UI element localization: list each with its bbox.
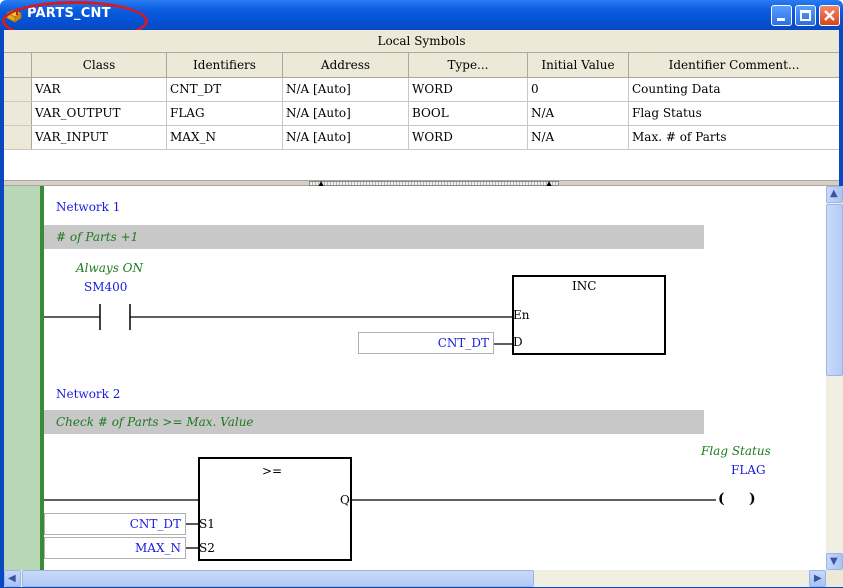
row-header[interactable] <box>4 78 32 101</box>
corner-cell <box>4 53 32 77</box>
network2-comment[interactable]: Check # of Parts >= Max. Value <box>44 410 704 434</box>
table-caption: Local Symbols <box>4 30 839 53</box>
coil-comment: Flag Status <box>701 444 771 458</box>
cell-class[interactable]: VAR <box>32 78 167 101</box>
cell-initial-value[interactable]: N/A <box>528 126 629 149</box>
scrollbar-corner <box>826 570 843 587</box>
window-frame: Local Symbols Class Identifiers Address … <box>0 30 843 588</box>
pin-q: Q <box>340 493 350 507</box>
cell-comment[interactable]: Max. # of Parts <box>629 126 839 149</box>
horizontal-scrollbar[interactable]: ◀ ▶ <box>4 570 826 587</box>
table-row[interactable]: VAR CNT_DT N/A [Auto] WORD 0 Counting Data <box>4 78 839 102</box>
cell-identifier[interactable]: FLAG <box>167 102 283 125</box>
table-row[interactable]: VAR_INPUT MAX_N N/A [Auto] WORD N/A Max. # of… <box>4 126 839 150</box>
table-row[interactable]: VAR_OUTPUT FLAG N/A [Auto] BOOL N/A Flag Stat… <box>4 102 839 126</box>
operand-max-n-s2[interactable]: MAX_N <box>44 537 186 559</box>
window-title: PARTS_CNT <box>27 6 111 21</box>
cell-identifier[interactable]: CNT_DT <box>167 78 283 101</box>
cell-initial-value[interactable]: 0 <box>528 78 629 101</box>
arrow-up-icon: ▲ <box>830 188 838 199</box>
local-symbols-table: Local Symbols Class Identifiers Address … <box>4 30 839 180</box>
column-header-comment[interactable]: Identifier Comment... <box>629 53 839 77</box>
pin-d: D <box>513 335 523 349</box>
arrow-down-icon: ▼ <box>830 556 838 567</box>
coil-flag-label[interactable]: FLAG <box>731 463 766 477</box>
pin-s2: S2 <box>199 541 215 555</box>
scroll-right-button[interactable]: ▶ <box>809 570 826 587</box>
maximize-icon <box>800 10 811 21</box>
cell-identifier[interactable]: MAX_N <box>167 126 283 149</box>
column-header-class[interactable]: Class <box>32 53 167 77</box>
column-header-row: Class Identifiers Address Type... Initia… <box>4 53 839 78</box>
compare-block-name: >= <box>262 464 283 478</box>
cell-type[interactable]: WORD <box>409 126 528 149</box>
scroll-down-button[interactable]: ▼ <box>826 553 843 570</box>
close-icon <box>824 10 835 21</box>
cell-comment[interactable]: Flag Status <box>629 102 839 125</box>
row-header[interactable] <box>4 126 32 149</box>
row-header[interactable] <box>4 102 32 125</box>
caption-label: Local Symbols <box>377 34 466 48</box>
cell-address[interactable]: N/A [Auto] <box>283 126 409 149</box>
network1-comment[interactable]: # of Parts +1 <box>44 225 704 249</box>
minimize-button[interactable] <box>771 5 792 26</box>
pin-en: En <box>513 308 530 322</box>
vertical-scroll-thumb[interactable] <box>826 204 843 376</box>
pin-s1: S1 <box>199 517 215 531</box>
cell-class[interactable]: VAR_OUTPUT <box>32 102 167 125</box>
cell-initial-value[interactable]: N/A <box>528 102 629 125</box>
horizontal-scroll-thumb[interactable] <box>22 570 534 587</box>
vertical-scrollbar[interactable]: ▲ ▼ <box>826 186 843 570</box>
column-header-address[interactable]: Address <box>283 53 409 77</box>
column-header-type[interactable]: Type... <box>409 53 528 77</box>
maximize-button[interactable] <box>795 5 816 26</box>
cell-class[interactable]: VAR_INPUT <box>32 126 167 149</box>
cell-address[interactable]: N/A [Auto] <box>283 102 409 125</box>
network2-title: Network 2 <box>56 387 121 401</box>
scroll-left-button[interactable]: ◀ <box>4 570 21 587</box>
cell-type[interactable]: BOOL <box>409 102 528 125</box>
cell-address[interactable]: N/A [Auto] <box>283 78 409 101</box>
contact-sm400-label[interactable]: SM400 <box>84 280 127 294</box>
minimize-icon <box>777 18 785 21</box>
network1-title: Network 1 <box>56 200 121 214</box>
inc-block-name: INC <box>572 279 597 293</box>
inc-function-block[interactable]: INC En D <box>512 275 666 355</box>
window-client: Local Symbols Class Identifiers Address … <box>4 30 843 587</box>
column-header-initial-value[interactable]: Initial Value <box>528 53 629 77</box>
operand-cnt-dt-d[interactable]: CNT_DT <box>358 332 494 354</box>
cell-type[interactable]: WORD <box>409 78 528 101</box>
title-bar[interactable]: PARTS_CNT <box>0 0 843 30</box>
cell-comment[interactable]: Counting Data <box>629 78 839 101</box>
ladder-editor[interactable]: Network 1 # of Parts +1 Always ON SM400 … <box>4 186 826 570</box>
close-button[interactable] <box>819 5 840 26</box>
scroll-up-button[interactable]: ▲ <box>826 186 843 203</box>
coil-flag-symbol[interactable]: ( ) <box>718 491 756 507</box>
column-header-identifiers[interactable]: Identifiers <box>167 53 283 77</box>
compare-ge-block[interactable]: >= Q S1 S2 <box>198 457 352 561</box>
arrow-right-icon: ▶ <box>814 573 822 584</box>
contact-comment: Always ON <box>76 261 144 275</box>
operand-cnt-dt-s1[interactable]: CNT_DT <box>44 513 186 535</box>
arrow-left-icon: ◀ <box>8 573 16 584</box>
folder-tools-icon <box>6 8 22 23</box>
